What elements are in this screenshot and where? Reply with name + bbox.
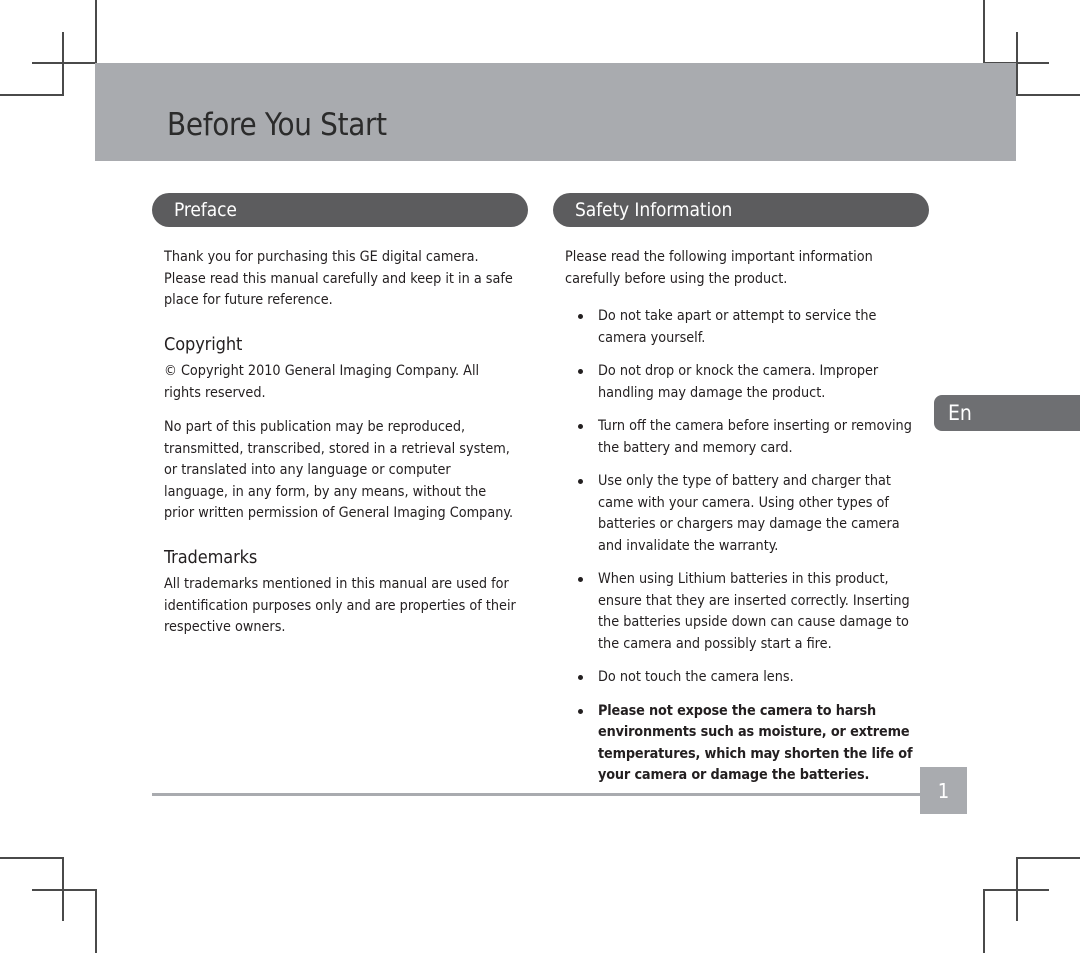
crop-mark-top-left-outer-vertical: [95, 0, 97, 64]
safety-bullet-item: Use only the type of battery and charger…: [565, 471, 917, 557]
footer-divider-rule: [152, 793, 920, 796]
safety-bullet-text: Please not expose the camera to harsh en…: [598, 702, 913, 784]
copyright-paragraph-2: No part of this publication may be repro…: [164, 419, 514, 521]
crop-mark-bottom-left-outer-vertical: [95, 889, 97, 953]
chapter-header-band: Before You Start: [95, 63, 1016, 161]
bullet-dot-icon: [578, 577, 583, 582]
bullet-dot-icon: [578, 314, 583, 319]
page-number-label: 1: [937, 778, 950, 803]
section-header-preface: Preface: [152, 193, 528, 227]
copyright-paragraph-1: © Copyright 2010 General Imaging Company…: [164, 363, 480, 401]
crop-mark-bottom-right-outer-horizontal: [983, 889, 1049, 891]
section-header-safety-information: Safety Information: [553, 193, 929, 227]
crop-mark-top-right-outer-vertical: [983, 0, 985, 64]
bullet-dot-icon: [578, 675, 583, 680]
crop-mark-top-left-outer-horizontal: [32, 62, 96, 64]
safety-bullet-list: Do not take apart or attempt to service …: [565, 306, 917, 787]
safety-bullet-text: Do not touch the camera lens.: [598, 669, 794, 685]
section-header-safety-information-label: Safety Information: [575, 199, 733, 221]
section-header-preface-label: Preface: [174, 199, 237, 221]
bullet-dot-icon: [578, 708, 583, 714]
language-tab: En: [934, 395, 1080, 431]
safety-bullet-text: Turn off the camera before inserting or …: [598, 418, 912, 456]
crop-mark-bottom-left-inner-horizontal: [0, 857, 64, 859]
preface-body: Thank you for purchasing this GE digital…: [152, 247, 528, 639]
crop-mark-top-left-inner-vertical: [62, 32, 64, 96]
safety-intro-paragraph: Please read the following important info…: [565, 249, 873, 287]
bullet-dot-icon: [578, 369, 583, 374]
safety-bullet-item: Do not touch the camera lens.: [565, 667, 917, 689]
safety-bullet-text: When using Lithium batteries in this pro…: [598, 571, 910, 652]
preface-intro-paragraph: Thank you for purchasing this GE digital…: [164, 249, 513, 308]
crop-mark-bottom-left-outer-horizontal: [32, 889, 96, 891]
crop-mark-top-right-inner-vertical: [1016, 32, 1018, 96]
crop-mark-bottom-right-inner-horizontal: [1016, 857, 1080, 859]
safety-bullet-item: When using Lithium batteries in this pro…: [565, 569, 917, 655]
page-title: Before You Start: [167, 107, 387, 143]
safety-bullet-item: Turn off the camera before inserting or …: [565, 416, 917, 459]
safety-bullet-text: Do not take apart or attempt to service …: [598, 308, 877, 346]
document-page: Before You Start Preface Thank you for p…: [0, 0, 1080, 953]
crop-mark-bottom-right-outer-vertical: [983, 889, 985, 953]
page-number-badge: 1: [920, 767, 967, 814]
safety-bullet-item: Please not expose the camera to harsh en…: [565, 701, 917, 787]
bullet-dot-icon: [578, 479, 583, 484]
right-column: Safety Information Please read the follo…: [553, 193, 929, 787]
crop-mark-top-right-inner-horizontal: [1016, 94, 1080, 96]
safety-body: Please read the following important info…: [553, 247, 929, 787]
crop-mark-top-left-inner-horizontal: [0, 94, 64, 96]
subheading-trademarks: Trademarks: [164, 546, 258, 568]
language-tab-label: En: [948, 401, 972, 425]
safety-bullet-item: Do not drop or knock the camera. Imprope…: [565, 361, 917, 404]
bullet-dot-icon: [578, 424, 583, 429]
safety-bullet-text: Do not drop or knock the camera. Imprope…: [598, 363, 879, 401]
subheading-copyright: Copyright: [164, 333, 243, 355]
left-column: Preface Thank you for purchasing this GE…: [152, 193, 528, 639]
safety-bullet-item: Do not take apart or attempt to service …: [565, 306, 917, 349]
safety-bullet-text: Use only the type of battery and charger…: [598, 473, 900, 554]
trademarks-paragraph-1: All trademarks mentioned in this manual …: [164, 576, 516, 635]
